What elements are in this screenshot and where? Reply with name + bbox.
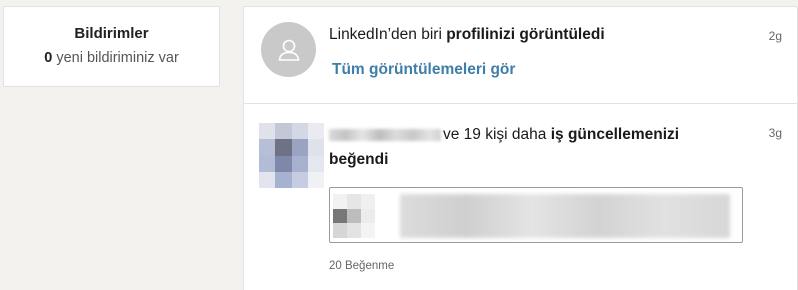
summary-count-text: yeni bildiriminiz var — [56, 50, 179, 66]
new-notification-count: 0 — [44, 50, 53, 66]
notifications-list: LinkedIn’den biri profilinizi görüntüled… — [243, 6, 798, 290]
notification-text-prefix: LinkedIn’den biri — [329, 26, 447, 43]
shared-update-preview[interactable] — [329, 187, 743, 243]
notification-timestamp: 2g — [768, 29, 782, 43]
notification-profile-view[interactable]: LinkedIn’den biri profilinizi görüntüled… — [244, 7, 797, 104]
notification-update-likes[interactable]: ve 19 kişi daha iş güncellemenizi beğend… — [244, 104, 797, 290]
summary-title: Bildirimler — [74, 25, 149, 42]
notification-timestamp: 3g — [768, 126, 782, 140]
notification-text: ve 19 kişi daha iş güncellemenizi beğend… — [329, 122, 729, 172]
likes-count[interactable]: 20 Beğenme — [329, 260, 394, 272]
summary-subtitle: 0 yeni bildiriminiz var — [4, 50, 219, 66]
notification-text-prefix: ve 19 kişi daha — [443, 126, 551, 143]
notification-text-strong: profilinizi görüntüledi — [446, 26, 605, 43]
shared-update-content — [400, 194, 730, 238]
shared-update-thumbnail — [333, 194, 375, 238]
notification-text: LinkedIn’den biri profilinizi görüntüled… — [329, 26, 605, 44]
notifications-page: Bildirimler 0 yeni bildiriminiz var Link… — [0, 0, 798, 290]
anonymous-avatar — [261, 22, 316, 77]
see-all-views-link[interactable]: Tüm görüntülemeleri gör — [332, 61, 515, 79]
notifications-summary-card: Bildirimler 0 yeni bildiriminiz var — [3, 6, 220, 87]
person-icon — [278, 39, 299, 61]
blurred-person-name[interactable] — [329, 128, 441, 141]
blurred-avatar[interactable] — [259, 123, 324, 188]
